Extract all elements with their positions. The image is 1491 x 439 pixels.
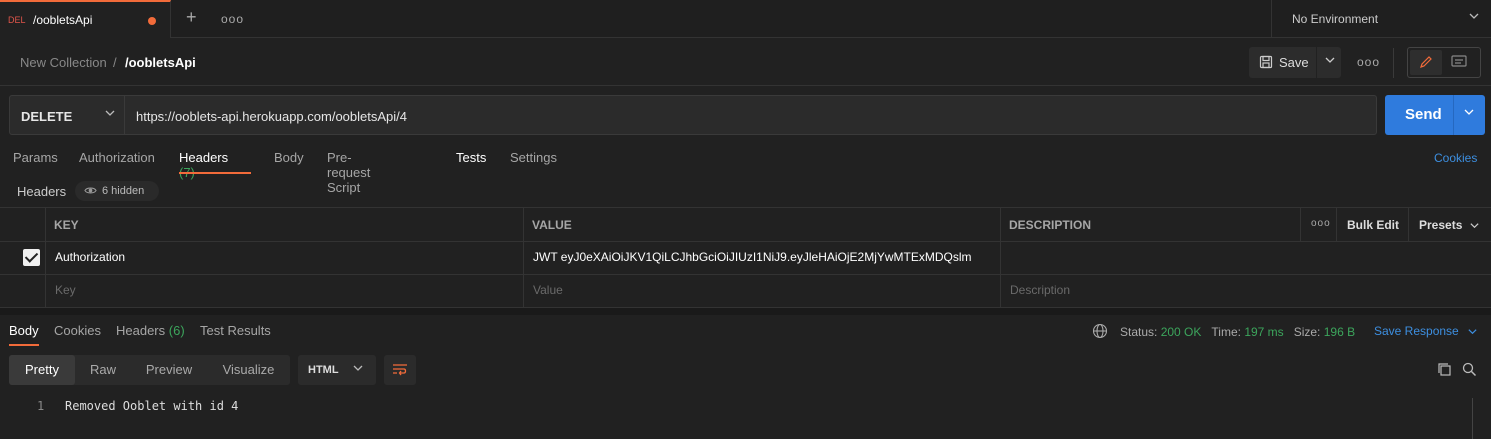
save-label: Save xyxy=(1279,55,1309,70)
column-description: DESCRIPTION xyxy=(1009,218,1092,232)
status-value[interactable]: 200 OK xyxy=(1161,325,1202,339)
tab-headers-label: Headers xyxy=(179,150,229,165)
copy-icon[interactable] xyxy=(1437,362,1452,377)
toolbar-divider xyxy=(1393,48,1394,78)
unsaved-dot-icon[interactable] xyxy=(148,17,156,25)
tab-authorization[interactable]: Authorization xyxy=(79,150,155,165)
format-value: HTML xyxy=(308,364,339,376)
bulk-edit-button[interactable]: Bulk Edit xyxy=(1347,218,1399,232)
wrap-lines-icon xyxy=(393,364,407,376)
method-select[interactable]: DELETE xyxy=(9,95,125,135)
search-icon[interactable] xyxy=(1462,362,1477,377)
save-icon xyxy=(1259,55,1273,69)
cookies-link[interactable]: Cookies xyxy=(1434,151,1477,165)
column-value: VALUE xyxy=(532,218,572,232)
format-select[interactable]: HTML xyxy=(298,355,376,385)
eye-icon xyxy=(84,187,97,194)
send-button[interactable]: Send xyxy=(1385,95,1485,135)
response-divider[interactable] xyxy=(0,307,1491,315)
more-options-icon[interactable]: ooo xyxy=(1357,55,1380,69)
line-number: 1 xyxy=(37,399,45,413)
column-key: KEY xyxy=(54,218,79,232)
tab-title: /oobletsApi xyxy=(33,13,93,27)
breadcrumb-request[interactable]: /oobletsApi xyxy=(125,55,196,70)
environment-label: No Environment xyxy=(1292,12,1379,26)
response-tab-body[interactable]: Body xyxy=(9,323,39,338)
environment-selector[interactable]: No Environment xyxy=(1271,0,1491,38)
globe-icon[interactable] xyxy=(1092,323,1108,339)
response-tab-cookies[interactable]: Cookies xyxy=(54,323,101,338)
hidden-headers-toggle[interactable]: 6 hidden xyxy=(75,181,159,201)
header-enabled-checkbox[interactable] xyxy=(23,249,40,266)
presets-chevron-down-icon[interactable] xyxy=(1469,220,1480,231)
headers-section-title: Headers xyxy=(17,184,67,199)
edit-mode-button[interactable] xyxy=(1410,50,1442,75)
method-value: DELETE xyxy=(21,109,73,124)
breadcrumb-collection[interactable]: New Collection xyxy=(20,55,107,70)
tab-body[interactable]: Body xyxy=(274,150,304,165)
chevron-down-icon xyxy=(1468,10,1480,25)
save-response-chevron-down-icon[interactable] xyxy=(1467,326,1478,337)
send-label: Send xyxy=(1405,106,1442,123)
status-label: Status: xyxy=(1120,325,1158,339)
tab-headers[interactable]: Headers (7) xyxy=(179,150,228,180)
chevron-down-icon xyxy=(352,362,364,377)
send-chevron-down-icon[interactable] xyxy=(1463,106,1475,121)
size-value[interactable]: 196 B xyxy=(1324,325,1355,339)
tab-more-icon[interactable]: ooo xyxy=(221,12,244,26)
pencil-icon xyxy=(1420,56,1432,68)
header-value[interactable]: JWT eyJ0eXAiOiJKV1QiLCJhbGciOiJIUzI1NiJ9… xyxy=(533,250,972,264)
tab-settings[interactable]: Settings xyxy=(510,150,557,165)
wrap-lines-button[interactable] xyxy=(384,355,416,385)
method-badge: DEL xyxy=(8,15,26,25)
active-tab-indicator xyxy=(179,172,251,174)
time-value[interactable]: 197 ms xyxy=(1244,325,1283,339)
save-button[interactable]: Save xyxy=(1249,47,1341,78)
breadcrumb-separator: / xyxy=(113,55,117,70)
response-tab-headers-count: (6) xyxy=(168,323,185,338)
send-divider xyxy=(1453,95,1454,135)
save-chevron-down-icon[interactable] xyxy=(1324,54,1336,69)
new-description-field[interactable]: Description xyxy=(1010,283,1070,297)
header-key[interactable]: Authorization xyxy=(55,250,125,264)
response-meta: Status: 200 OK Time: 197 ms Size: 196 B xyxy=(1120,325,1355,339)
url-value: https://ooblets-api.herokuapp.com/ooblet… xyxy=(136,109,408,124)
url-input[interactable]: https://ooblets-api.herokuapp.com/ooblet… xyxy=(124,95,1377,135)
tab-pre-request-script[interactable]: Pre-request Script xyxy=(327,150,370,195)
hidden-headers-count: 6 hidden xyxy=(102,185,145,197)
response-tab-headers-label: Headers xyxy=(116,323,166,338)
save-divider xyxy=(1316,47,1317,78)
active-response-tab-indicator xyxy=(9,344,39,346)
response-scrollbar[interactable] xyxy=(1472,398,1482,439)
new-tab-plus-icon[interactable]: + xyxy=(186,8,197,26)
tab-params[interactable]: Params xyxy=(13,150,58,165)
chevron-down-icon xyxy=(104,107,116,122)
response-body-text[interactable]: Removed Ooblet with id 4 xyxy=(65,399,238,413)
column-options-icon[interactable]: ooo xyxy=(1311,218,1331,229)
request-tab[interactable]: DEL /oobletsApi xyxy=(0,0,171,38)
presets-button[interactable]: Presets xyxy=(1419,218,1462,232)
size-label: Size: xyxy=(1293,325,1321,339)
view-raw-button[interactable]: Raw xyxy=(75,355,131,385)
response-tab-test-results[interactable]: Test Results xyxy=(200,323,271,338)
time-label: Time: xyxy=(1211,325,1241,339)
documentation-icon[interactable] xyxy=(1451,55,1467,69)
save-response-button[interactable]: Save Response xyxy=(1374,324,1459,338)
view-pretty-button[interactable]: Pretty xyxy=(9,355,75,385)
view-mode-group xyxy=(1407,47,1481,78)
response-view-modes: Pretty Raw Preview Visualize xyxy=(9,355,290,385)
headers-table: KEY VALUE DESCRIPTION ooo Bulk Edit Pres… xyxy=(0,207,1491,308)
tab-tests[interactable]: Tests xyxy=(456,150,486,165)
new-value-field[interactable]: Value xyxy=(533,283,563,297)
response-tab-headers[interactable]: Headers (6) xyxy=(116,323,185,338)
view-visualize-button[interactable]: Visualize xyxy=(207,355,290,385)
new-key-field[interactable]: Key xyxy=(55,283,76,297)
view-preview-button[interactable]: Preview xyxy=(131,355,207,385)
tab-bar: DEL /oobletsApi + ooo No Environment xyxy=(0,0,1491,38)
